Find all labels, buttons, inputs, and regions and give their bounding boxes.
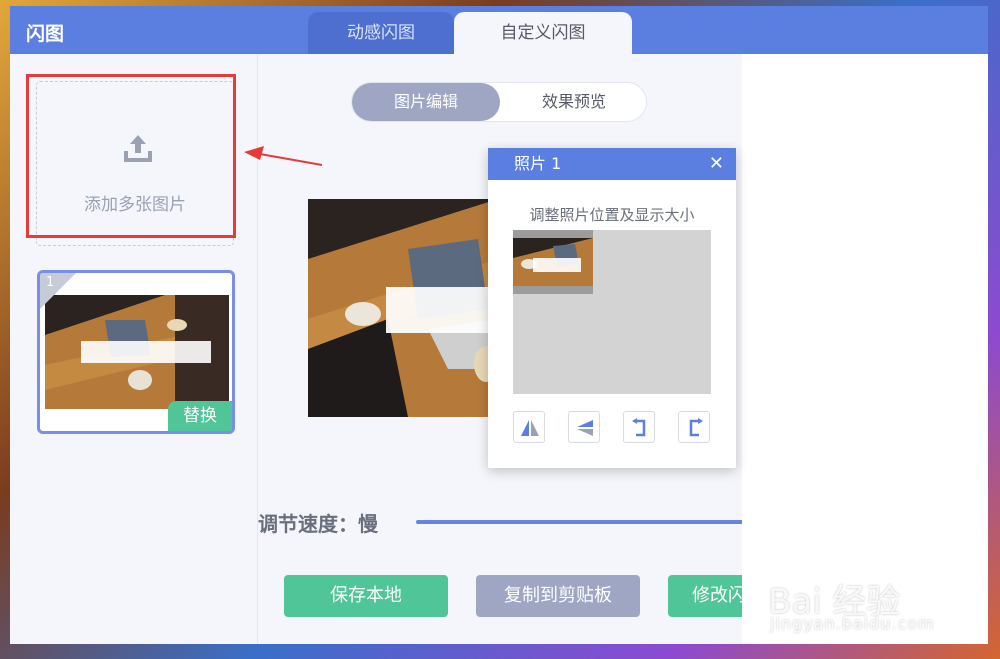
- app-title: 闪图: [26, 23, 65, 45]
- dialog-title: 照片 1: [514, 154, 562, 173]
- save-local-button[interactable]: 保存本地: [284, 575, 448, 617]
- flip-vertical-button[interactable]: [568, 411, 600, 443]
- rotate-right-button[interactable]: [678, 411, 710, 443]
- add-images-label: 添加多张图片: [84, 195, 186, 215]
- flip-horizontal-icon: [521, 420, 539, 436]
- image-thumbnail-card[interactable]: 1 替换: [37, 270, 235, 434]
- photo-adjust-dialog: 照片 1 ✕ 调整照片位置及显示大小: [488, 148, 736, 468]
- dialog-header: 照片 1 ✕: [488, 148, 736, 180]
- watermark-url: jingyan.baidu.com: [770, 614, 935, 633]
- tab-custom-flash[interactable]: 自定义闪图: [454, 12, 632, 54]
- tab-effect-preview[interactable]: 效果预览: [500, 83, 648, 121]
- tab-image-edit[interactable]: 图片编辑: [352, 83, 500, 121]
- flip-horizontal-button[interactable]: [513, 411, 545, 443]
- replace-button[interactable]: 替换: [168, 401, 232, 431]
- image-list-panel: 添加多张图片 1 替换: [10, 54, 258, 644]
- mode-switch: 图片编辑 效果预览: [351, 82, 647, 122]
- title-bar: 闪图 动感闪图 自定义闪图: [10, 6, 988, 54]
- tab-dynamic-flash[interactable]: 动感闪图: [308, 12, 454, 54]
- dialog-hint: 调整照片位置及显示大小: [529, 206, 695, 224]
- photo-draggable-preview[interactable]: [513, 230, 593, 294]
- rotate-left-icon: [632, 418, 646, 437]
- upload-icon: [124, 135, 152, 162]
- flip-vertical-icon: [577, 420, 593, 436]
- close-icon[interactable]: ✕: [709, 148, 724, 180]
- annotation-arrow: [244, 146, 323, 166]
- thumbnail-index: 1: [46, 275, 55, 290]
- add-images-button[interactable]: 添加多张图片: [36, 81, 234, 246]
- rotate-right-icon: [689, 418, 703, 437]
- rotate-left-button[interactable]: [623, 411, 655, 443]
- thumbnail-photo: [45, 295, 229, 409]
- speed-slider[interactable]: [416, 520, 746, 524]
- photo-position-canvas[interactable]: [513, 230, 711, 394]
- speed-label: 调节速度：慢: [258, 512, 378, 536]
- copy-to-clipboard-button[interactable]: 复制到剪贴板: [476, 575, 640, 617]
- editor-photo: [308, 199, 498, 417]
